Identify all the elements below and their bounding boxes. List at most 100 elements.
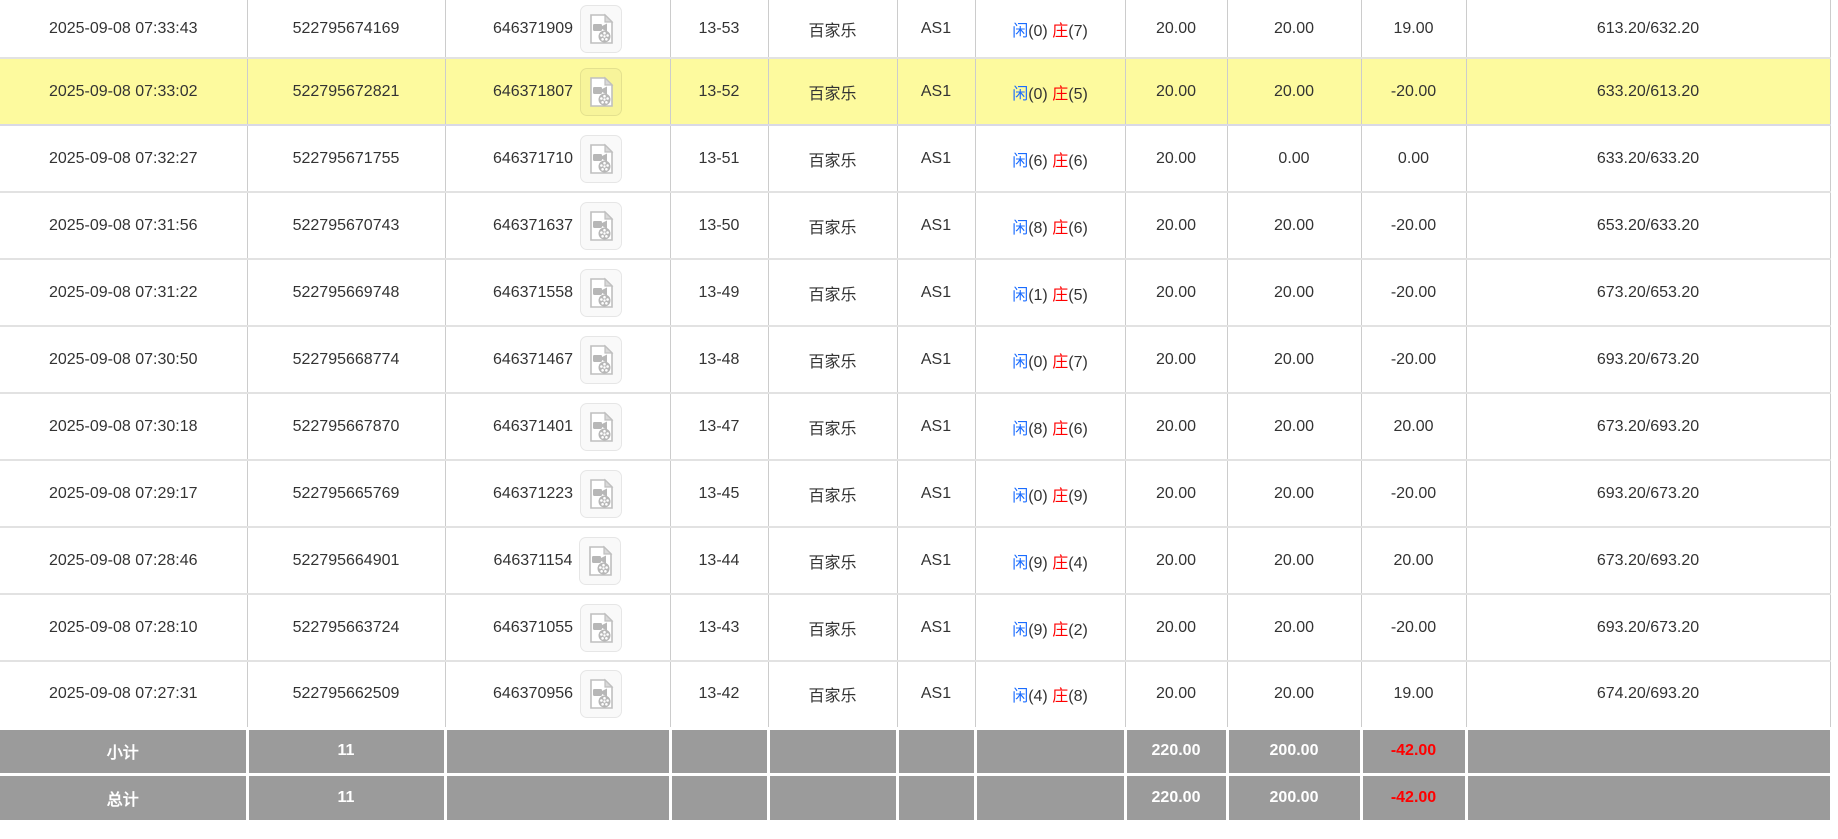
bet-records-table: 2025-09-08 07:33:43 522795674169 6463719…: [0, 0, 1831, 820]
round-id-group: 646371223: [493, 470, 622, 518]
table-row[interactable]: 2025-09-08 07:30:18 522795667870 6463714…: [0, 393, 1830, 460]
cell-round-id: 646371558: [445, 259, 670, 326]
cell-round-id: 646371909: [445, 0, 670, 58]
table-row[interactable]: 2025-09-08 07:31:22 522795669748 6463715…: [0, 259, 1830, 326]
cell-bet-id: 522795671755: [247, 125, 445, 192]
cell-bet-amount: 20.00: [1125, 661, 1227, 728]
cell-valid-amount: 20.00: [1227, 594, 1361, 661]
cell-win-loss: -20.00: [1361, 594, 1466, 661]
round-id-group: 646371055: [493, 604, 622, 652]
banker-label: 庄: [1052, 688, 1068, 705]
table-row[interactable]: 2025-09-08 07:33:02 522795672821 6463718…: [0, 58, 1830, 125]
table-row[interactable]: 2025-09-08 07:30:50 522795668774 6463714…: [0, 326, 1830, 393]
summary-win-loss-total: -42.00: [1361, 728, 1466, 774]
cell-round-id: 646371637: [445, 192, 670, 259]
cell-bet-id: 522795665769: [247, 460, 445, 527]
cell-bet-time: 2025-09-08 07:33:02: [0, 58, 247, 125]
summary-bet-total: 220.00: [1125, 774, 1227, 820]
cell-platform: AS1: [897, 460, 975, 527]
player-label: 闲: [1012, 555, 1028, 572]
video-replay-button[interactable]: [580, 269, 622, 317]
summary-empty-cell: [1466, 728, 1830, 774]
cell-result: 闲(9) 庄(2): [975, 594, 1125, 661]
cell-balance: 693.20/673.20: [1466, 594, 1830, 661]
cell-bet-time: 2025-09-08 07:28:10: [0, 594, 247, 661]
cell-table-round: 13-42: [670, 661, 768, 728]
round-id-text: 646371223: [493, 485, 573, 503]
table-body: 2025-09-08 07:33:43 522795674169 6463719…: [0, 0, 1830, 820]
cell-game-name: 百家乐: [768, 259, 897, 326]
video-replay-button[interactable]: [580, 202, 622, 250]
cell-game-name: 百家乐: [768, 594, 897, 661]
player-label: 闲: [1012, 622, 1028, 639]
round-id-text: 646371401: [493, 418, 573, 436]
summary-empty-cell: [670, 774, 768, 820]
cell-table-round: 13-45: [670, 460, 768, 527]
round-id-text: 646371710: [493, 150, 573, 168]
player-score: (0): [1028, 488, 1048, 505]
banker-score: (8): [1068, 688, 1088, 705]
round-id-group: 646370956: [493, 670, 622, 718]
cell-bet-id: 522795670743: [247, 192, 445, 259]
cell-table-round: 13-49: [670, 259, 768, 326]
video-file-icon: [587, 143, 615, 175]
table-row[interactable]: 2025-09-08 07:33:43 522795674169 6463719…: [0, 0, 1830, 58]
video-replay-button[interactable]: [580, 135, 622, 183]
video-file-icon: [587, 678, 615, 710]
video-replay-button[interactable]: [580, 336, 622, 384]
cell-balance: 674.20/693.20: [1466, 661, 1830, 728]
cell-platform: AS1: [897, 326, 975, 393]
summary-label: 总计: [0, 774, 247, 820]
cell-bet-amount: 20.00: [1125, 125, 1227, 192]
round-id-group: 646371637: [493, 202, 622, 250]
cell-valid-amount: 0.00: [1227, 125, 1361, 192]
video-replay-button[interactable]: [580, 604, 622, 652]
video-replay-button[interactable]: [580, 403, 622, 451]
table-row[interactable]: 2025-09-08 07:28:10 522795663724 6463710…: [0, 594, 1830, 661]
video-replay-button[interactable]: [580, 5, 622, 53]
cell-table-round: 13-50: [670, 192, 768, 259]
banker-label: 庄: [1052, 421, 1068, 438]
table-row[interactable]: 2025-09-08 07:32:27 522795671755 6463717…: [0, 125, 1830, 192]
round-id-group: 646371558: [493, 269, 622, 317]
video-file-icon: [587, 612, 615, 644]
cell-win-loss: 19.00: [1361, 661, 1466, 728]
player-score: (8): [1028, 220, 1048, 237]
cell-round-id: 646371807: [445, 58, 670, 125]
cell-game-name: 百家乐: [768, 125, 897, 192]
summary-empty-cell: [670, 728, 768, 774]
video-replay-button[interactable]: [580, 470, 622, 518]
cell-round-id: 646371055: [445, 594, 670, 661]
cell-balance: 693.20/673.20: [1466, 460, 1830, 527]
cell-valid-amount: 20.00: [1227, 527, 1361, 594]
cell-table-round: 13-43: [670, 594, 768, 661]
cell-round-id: 646371401: [445, 393, 670, 460]
summary-empty-cell: [1466, 774, 1830, 820]
cell-bet-id: 522795662509: [247, 661, 445, 728]
cell-result: 闲(6) 庄(6): [975, 125, 1125, 192]
round-id-group: 646371467: [493, 336, 622, 384]
cell-bet-id: 522795664901: [247, 527, 445, 594]
video-replay-button[interactable]: [580, 68, 622, 116]
cell-result: 闲(0) 庄(9): [975, 460, 1125, 527]
summary-bet-total: 220.00: [1125, 728, 1227, 774]
table-row[interactable]: 2025-09-08 07:28:46 522795664901 6463711…: [0, 527, 1830, 594]
cell-bet-amount: 20.00: [1125, 527, 1227, 594]
table-row[interactable]: 2025-09-08 07:31:56 522795670743 6463716…: [0, 192, 1830, 259]
video-file-icon: [586, 545, 614, 577]
summary-empty-cell: [445, 774, 670, 820]
cell-platform: AS1: [897, 661, 975, 728]
video-file-icon: [587, 277, 615, 309]
round-id-text: 646371154: [494, 552, 573, 570]
cell-platform: AS1: [897, 393, 975, 460]
summary-valid-total: 200.00: [1227, 728, 1361, 774]
video-replay-button[interactable]: [580, 670, 622, 718]
video-replay-button[interactable]: [579, 537, 621, 585]
table-row[interactable]: 2025-09-08 07:27:31 522795662509 6463709…: [0, 661, 1830, 728]
cell-platform: AS1: [897, 125, 975, 192]
video-file-icon: [587, 210, 615, 242]
cell-valid-amount: 20.00: [1227, 326, 1361, 393]
banker-score: (6): [1068, 153, 1088, 170]
cell-bet-id: 522795674169: [247, 0, 445, 58]
table-row[interactable]: 2025-09-08 07:29:17 522795665769 6463712…: [0, 460, 1830, 527]
